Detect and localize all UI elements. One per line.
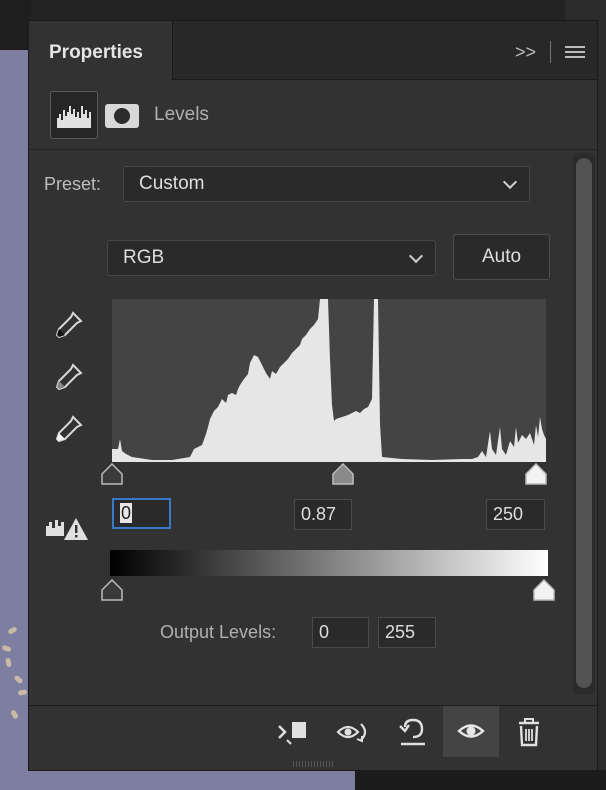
chevron-down-icon	[502, 174, 518, 190]
scrollbar-thumb[interactable]	[576, 158, 592, 688]
input-black-handle[interactable]	[101, 463, 123, 485]
workspace-bottom	[355, 770, 606, 790]
histogram-shape	[112, 299, 546, 462]
output-levels-slider[interactable]	[101, 577, 555, 603]
output-black-field[interactable]: 0	[312, 617, 369, 648]
channel-select[interactable]: RGB	[107, 240, 436, 276]
preset-label: Preset:	[44, 174, 102, 194]
input-gamma-field[interactable]: 0.87	[294, 499, 352, 530]
clip-to-layer-icon[interactable]	[275, 714, 311, 750]
clipping-warning-icon[interactable]	[44, 514, 92, 542]
white-eyedropper-icon[interactable]	[51, 413, 85, 447]
output-black-handle[interactable]	[101, 579, 123, 601]
panel-tabbar: Properties >>	[29, 21, 597, 80]
output-white-field[interactable]: 255	[378, 617, 436, 648]
input-levels-slider[interactable]	[101, 461, 553, 489]
gray-eyedropper-icon[interactable]	[51, 361, 85, 395]
panel-menu-icon[interactable]	[565, 43, 585, 61]
input-white-field[interactable]: 250	[486, 499, 545, 530]
workspace-top	[0, 0, 30, 50]
mask-icon[interactable]	[105, 104, 139, 128]
trash-icon[interactable]	[511, 714, 547, 750]
input-gamma-handle[interactable]	[332, 463, 354, 485]
histogram-icon[interactable]	[50, 91, 98, 139]
preset-value: Custom	[139, 173, 205, 194]
input-white-handle[interactable]	[525, 463, 547, 485]
output-levels-label: Output Levels:	[160, 622, 277, 642]
visibility-toggle[interactable]	[443, 706, 499, 757]
auto-button[interactable]: Auto	[453, 234, 550, 280]
black-eyedropper-icon[interactable]	[51, 309, 85, 343]
view-previous-state-icon[interactable]	[335, 714, 371, 750]
properties-panel: Properties >> Levels Preset: Custom RGB …	[28, 20, 598, 771]
input-black-field[interactable]: 0	[112, 498, 171, 529]
input-black-value: 0	[120, 503, 133, 523]
panel-resize-grip[interactable]	[293, 761, 333, 767]
panel-footer	[29, 705, 597, 758]
levels-histogram	[112, 299, 546, 462]
output-white-handle[interactable]	[533, 579, 555, 601]
chevron-down-icon	[408, 248, 424, 264]
output-gradient-bar	[110, 550, 548, 576]
panel-scrollbar[interactable]	[573, 154, 595, 694]
tab-properties[interactable]: Properties	[29, 21, 173, 80]
adjustment-title: Levels	[154, 104, 209, 125]
panel-actions-divider	[550, 41, 551, 63]
adjustment-header: Levels	[29, 79, 597, 150]
reset-icon[interactable]	[395, 714, 431, 750]
channel-value: RGB	[123, 247, 165, 268]
collapse-panel-icon[interactable]: >>	[515, 42, 536, 63]
panel-actions: >>	[515, 41, 585, 63]
visibility-eye-icon	[457, 724, 485, 738]
preset-select[interactable]: Custom	[123, 166, 530, 202]
